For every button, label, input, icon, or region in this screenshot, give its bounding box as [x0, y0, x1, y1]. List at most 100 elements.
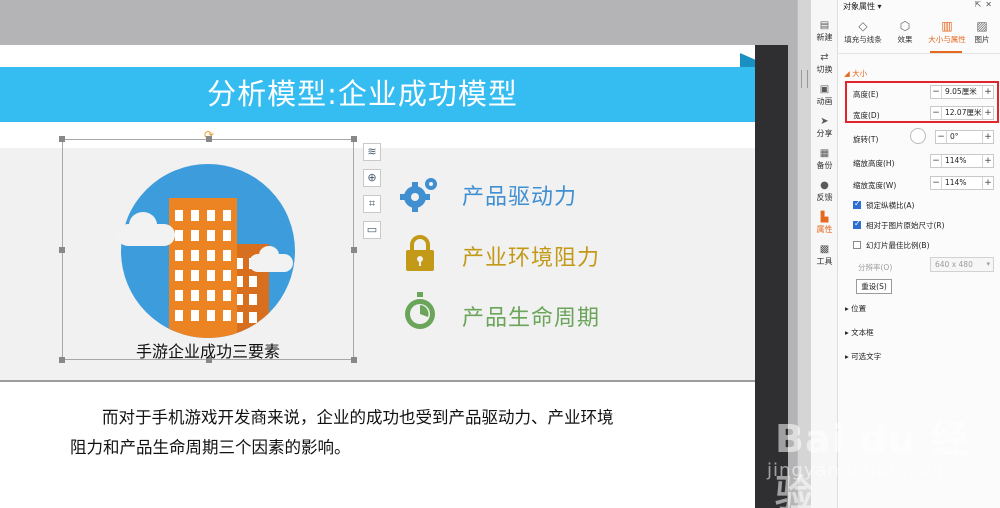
scale-width-value[interactable]: 114%: [945, 177, 966, 189]
panel-window-controls: ⇱✕: [975, 0, 996, 9]
pin-icon[interactable]: ⇱: [975, 0, 986, 9]
scale-width-label: 缩放宽度(W): [853, 181, 897, 190]
best-scale-checkbox[interactable]: [853, 241, 861, 249]
share-icon: ➤: [820, 116, 829, 127]
resize-handle[interactable]: [206, 136, 212, 142]
increment-button[interactable]: +: [982, 131, 993, 143]
resize-handle[interactable]: [59, 247, 65, 253]
decrement-button[interactable]: −: [936, 131, 947, 143]
panel-title[interactable]: 对象属性 ▾: [843, 1, 882, 12]
rotation-dial[interactable]: [910, 128, 926, 144]
resolution-select[interactable]: 640 x 480 ▾: [930, 257, 994, 272]
tab-label: 大小与属性: [928, 35, 966, 44]
scale-height-value[interactable]: 114%: [945, 155, 966, 167]
feature-label-product-drive[interactable]: 产品驱动力: [462, 179, 577, 211]
highlight-box: [845, 81, 999, 123]
iconbar-properties[interactable]: ▙ 属性: [811, 212, 838, 235]
chevron-down-icon: ▾: [877, 2, 882, 11]
crop-icon[interactable]: ⌗: [363, 195, 381, 213]
section-position[interactable]: ▸ 位置: [845, 303, 866, 314]
task-pane-iconbar: ▤ 新建 ⇄ 切换 ▣ 动画 ➤ 分享 ▦ 备份 ● 反馈 ▙ 属性 ▩ 工具: [811, 0, 838, 508]
section-title: 大小: [852, 69, 868, 78]
section-alt-text[interactable]: ▸ 可选文字: [845, 351, 881, 362]
gears-icon: [400, 178, 437, 212]
feature-label-industry-resistance[interactable]: 产业环境阻力: [462, 240, 600, 272]
scale-height-stepper[interactable]: − 114% +: [930, 154, 994, 168]
section-title: 文本框: [851, 328, 874, 337]
iconbar-switch[interactable]: ⇄ 切换: [811, 52, 838, 75]
lock-ratio-checkbox[interactable]: [853, 199, 861, 209]
lock-ratio-label: 锁定纵横比(A): [866, 201, 915, 210]
resize-handle[interactable]: [351, 247, 357, 253]
zoom-icon[interactable]: ⊕: [363, 169, 381, 187]
slide-title[interactable]: 分析模型:企业成功模型: [0, 67, 725, 122]
rotation-stepper[interactable]: − 0° +: [935, 130, 994, 144]
cloud-left-puff: [129, 212, 157, 238]
layers-icon[interactable]: ≋: [363, 143, 381, 161]
iconbar-backup[interactable]: ▦ 备份: [811, 148, 838, 171]
decrement-button[interactable]: −: [931, 177, 942, 189]
image-caption[interactable]: 手游企业成功三要素: [63, 338, 353, 362]
reset-button[interactable]: 重设(S): [856, 279, 892, 294]
increment-button[interactable]: +: [982, 155, 993, 167]
switch-icon: ⇄: [820, 52, 829, 63]
scale-height-label: 缩放高度(H): [853, 159, 895, 168]
iconbar-share[interactable]: ➤ 分享: [811, 116, 838, 139]
tab-picture[interactable]: ▨ 图片: [964, 18, 1000, 51]
properties-icon: ▙: [820, 212, 829, 223]
decrement-button[interactable]: −: [931, 155, 942, 167]
iconbar-label: 反馈: [816, 193, 833, 202]
resolution-label: 分辨率(O): [858, 263, 893, 272]
increment-button[interactable]: +: [982, 177, 993, 189]
iconbar-feedback[interactable]: ● 反馈: [811, 180, 838, 203]
chevron-down-icon: ▾: [986, 260, 990, 268]
slide-top-band: [0, 45, 755, 67]
section-title: 可选文字: [851, 352, 882, 361]
close-icon[interactable]: ✕: [985, 0, 996, 9]
feedback-icon: ●: [820, 180, 829, 191]
tab-label: 图片: [974, 35, 990, 44]
feature-label-product-lifecycle[interactable]: 产品生命周期: [462, 300, 600, 332]
stopwatch-icon: [405, 292, 435, 329]
body-text[interactable]: 而对于手机游戏开发商来说，企业的成功也受到产品驱动力、产业环境 阻力和产品生命周…: [70, 403, 710, 463]
best-scale-label: 幻灯片最佳比例(B): [866, 241, 930, 250]
scale-width-stepper[interactable]: − 114% +: [930, 176, 994, 190]
animation-icon: ▣: [819, 84, 830, 95]
building-front: [169, 198, 237, 338]
section-textbox[interactable]: ▸ 文本框: [845, 327, 874, 338]
slide[interactable]: 分析模型:企业成功模型 ⟳ 手游企业成功三要素 ≋ ⊕ ⌗ ▭ 产品驱动力 产业…: [0, 45, 755, 508]
triangle-right-icon: ▸: [845, 352, 849, 361]
tab-label: 填充与线条: [844, 35, 882, 44]
iconbar-animation[interactable]: ▣ 动画: [811, 84, 838, 107]
panel-title-text: 对象属性: [843, 2, 875, 11]
padlock-icon: [406, 235, 434, 271]
backup-icon: ▦: [819, 148, 830, 159]
section-size-header[interactable]: ◢ 大小: [844, 68, 867, 79]
picture-settings-icon[interactable]: ▭: [363, 221, 381, 239]
splitter-grip[interactable]: [801, 70, 808, 88]
section-title: 位置: [851, 304, 867, 313]
body-line: 阻力和产品生命周期三个因素的影响。: [70, 438, 351, 457]
relative-size-label: 相对于图片原始尺寸(R): [866, 221, 945, 230]
iconbar-tools[interactable]: ▩ 工具: [811, 244, 838, 267]
iconbar-label: 动画: [816, 97, 833, 106]
panel-splitter[interactable]: [797, 0, 811, 508]
new-icon: ▤: [819, 20, 830, 31]
canvas-dark-margin: [755, 45, 788, 508]
resize-handle[interactable]: [59, 136, 65, 142]
triangle-right-icon: ▸: [845, 304, 849, 313]
resolution-value: 640 x 480: [935, 260, 973, 269]
rotation-value[interactable]: 0°: [950, 131, 959, 143]
relative-size-checkbox[interactable]: [853, 219, 861, 229]
iconbar-label: 新建: [816, 33, 833, 42]
selected-image[interactable]: ⟳ 手游企业成功三要素: [59, 128, 357, 363]
resize-handle[interactable]: [351, 136, 357, 142]
picture-icon: ▨: [976, 19, 988, 33]
iconbar-label: 工具: [816, 257, 833, 266]
tab-label: 效果: [897, 35, 913, 44]
iconbar-label: 切换: [816, 65, 833, 74]
tools-icon: ▩: [819, 244, 830, 255]
triangle-right-icon: ▸: [845, 328, 849, 337]
tab-divider: [838, 53, 1000, 54]
iconbar-new[interactable]: ▤ 新建: [811, 20, 838, 43]
